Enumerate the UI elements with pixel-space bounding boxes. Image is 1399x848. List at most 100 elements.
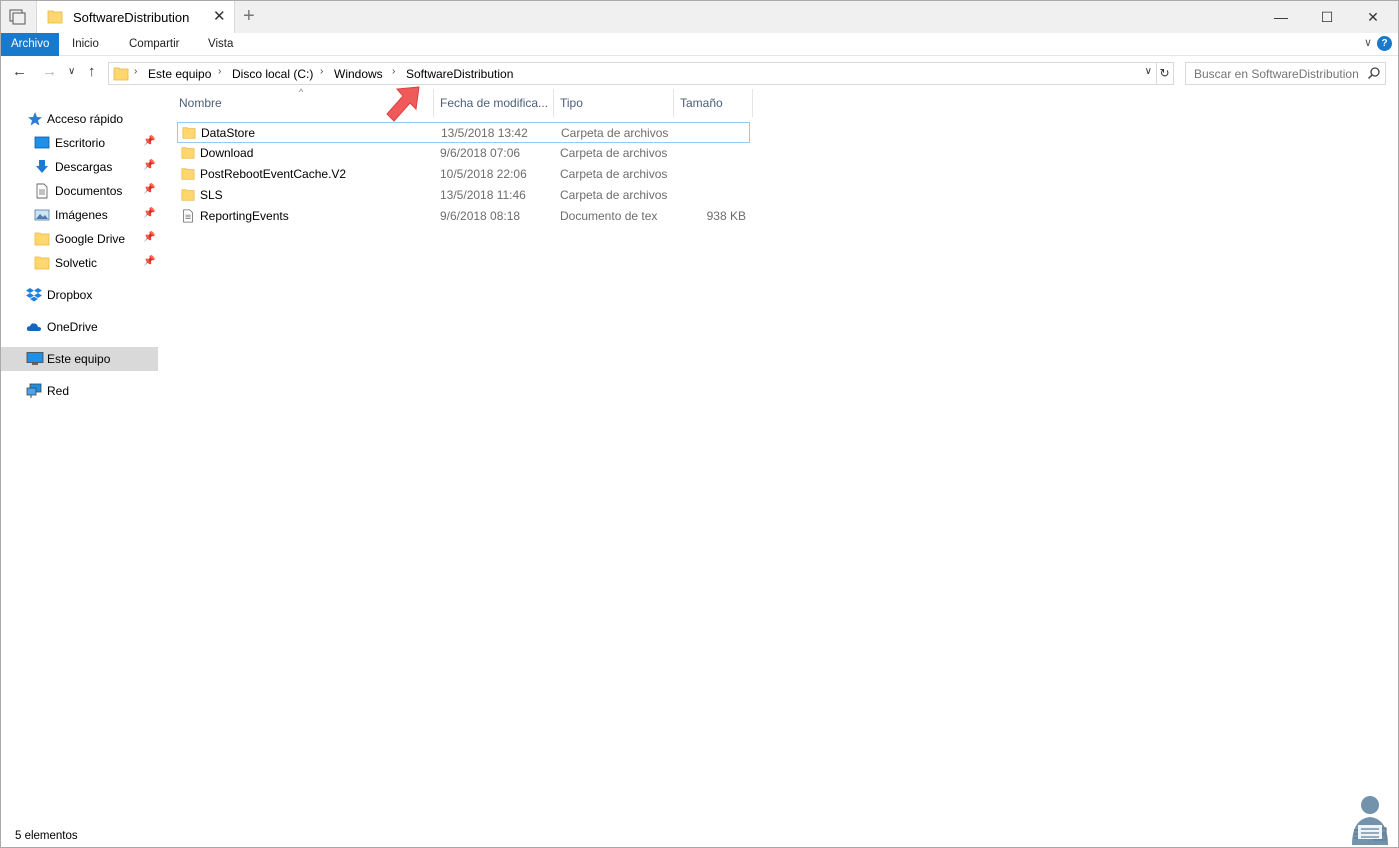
ribbon-tab-compartir[interactable]: Compartir	[119, 33, 189, 56]
sort-ascending-icon: ^	[299, 87, 304, 97]
navigation-bar: ← → ∨ ↑ › Este equipo › Disco local (C:)…	[1, 57, 1398, 89]
close-button[interactable]: ✕	[1350, 1, 1396, 33]
pin-icon[interactable]: 📌	[143, 136, 155, 147]
sidebar-item-imagenes[interactable]: Imágenes 📌	[1, 203, 158, 227]
computer-icon	[26, 352, 44, 365]
file-date: 9/6/2018 07:06	[440, 146, 521, 160]
pin-icon[interactable]: 📌	[143, 160, 155, 171]
sidebar-item-google-drive[interactable]: Google Drive 📌	[1, 227, 158, 251]
table-row[interactable]: Download 9/6/2018 07:06 Carpeta de archi…	[177, 143, 750, 164]
file-date: 13/5/2018 11:46	[440, 188, 526, 202]
sidebar-item-label: Escritorio	[55, 136, 106, 150]
back-button[interactable]: ←	[12, 63, 27, 80]
download-icon	[36, 160, 48, 173]
sidebar-item-red[interactable]: Red	[1, 379, 158, 403]
sidebar-item-onedrive[interactable]: OneDrive	[1, 315, 158, 339]
file-type: Carpeta de archivos	[560, 167, 668, 181]
breadcrumb-separator[interactable]: ›	[134, 66, 137, 77]
ribbon-tab-vista[interactable]: Vista	[198, 33, 243, 56]
table-row[interactable]: PostRebootEventCache.V2 10/5/2018 22:06 …	[177, 164, 750, 185]
folder-icon	[34, 256, 50, 270]
sidebar-item-label: Dropbox	[47, 288, 93, 302]
maximize-button[interactable]: ☐	[1304, 1, 1350, 33]
sidebar-item-documentos[interactable]: Documentos 📌	[1, 179, 158, 203]
sidebar-item-label: Red	[47, 384, 70, 398]
file-date: 10/5/2018 22:06	[440, 167, 527, 181]
ribbon-tab-archivo[interactable]: Archivo	[1, 33, 60, 56]
column-header-date[interactable]: Fecha de modifica...	[434, 89, 554, 117]
star-icon	[28, 112, 42, 126]
refresh-button[interactable]: ↻	[1156, 62, 1174, 85]
up-button[interactable]: ↑	[88, 63, 96, 80]
sidebar-item-label: Este equipo	[47, 352, 111, 366]
search-input[interactable]	[1186, 63, 1362, 84]
pin-icon[interactable]: 📌	[143, 232, 155, 243]
desktop-icon	[34, 136, 50, 149]
minimize-button[interactable]: —	[1258, 1, 1304, 33]
folder-icon	[182, 127, 196, 139]
breadcrumb-separator[interactable]: ›	[320, 66, 323, 77]
forward-button[interactable]: →	[42, 63, 57, 80]
file-type: Carpeta de archivos	[560, 188, 668, 202]
cloud-icon	[26, 323, 42, 331]
folder-icon	[181, 168, 195, 180]
file-name: SLS	[200, 188, 223, 202]
new-tab-icon[interactable]: +	[243, 5, 255, 27]
sidebar-item-solvetic[interactable]: Solvetic 📌	[1, 251, 158, 275]
sidebar-item-descargas[interactable]: Descargas 📌	[1, 155, 158, 179]
sidebar-item-label: Documentos	[55, 184, 123, 198]
sidebar-item-label: OneDrive	[47, 320, 98, 334]
text-document-icon	[183, 209, 193, 223]
system-menu-icon[interactable]	[7, 7, 29, 27]
table-row[interactable]: SLS 13/5/2018 11:46 Carpeta de archivos	[177, 185, 750, 206]
tab-close-icon[interactable]: ✕	[213, 7, 226, 25]
search-icon[interactable]	[1367, 66, 1381, 80]
table-row[interactable]: DataStore 13/5/2018 13:42 Carpeta de arc…	[177, 122, 750, 143]
search-box[interactable]	[1185, 62, 1386, 85]
sidebar-item-quick-access[interactable]: Acceso rápido	[1, 107, 158, 131]
breadcrumb-separator[interactable]: ›	[392, 66, 395, 77]
help-icon[interactable]: ?	[1377, 36, 1392, 51]
file-type: Carpeta de archivos	[561, 126, 669, 140]
file-size: 938 KB	[706, 209, 746, 223]
sidebar-item-label: Acceso rápido	[47, 112, 124, 126]
status-item-count: 5 elementos	[15, 830, 78, 842]
breadcrumb-este-equipo[interactable]: Este equipo	[148, 67, 211, 81]
file-name: Download	[200, 146, 254, 160]
ribbon: Archivo Inicio Compartir Vista ∨ ?	[1, 33, 1398, 56]
file-type: Carpeta de archivos	[560, 146, 668, 160]
folder-icon	[34, 232, 50, 246]
breadcrumb-windows[interactable]: Windows	[334, 67, 383, 81]
pin-icon[interactable]: 📌	[143, 208, 155, 219]
sidebar-item-escritorio[interactable]: Escritorio 📌	[1, 131, 158, 155]
breadcrumb-disco-local[interactable]: Disco local (C:)	[232, 67, 313, 81]
breadcrumb-software-distribution[interactable]: SoftwareDistribution	[406, 67, 513, 81]
pictures-icon	[34, 209, 50, 221]
pin-icon[interactable]: 📌	[143, 256, 155, 267]
annotation-arrow-icon	[386, 86, 420, 122]
file-date: 13/5/2018 13:42	[441, 126, 528, 140]
title-bar: SoftwareDistribution ✕ + — ☐ ✕	[1, 1, 1398, 33]
file-date: 9/6/2018 08:18	[440, 209, 521, 223]
explorer-window: SoftwareDistribution ✕ + — ☐ ✕ Archivo I…	[0, 0, 1399, 848]
sidebar-item-dropbox[interactable]: Dropbox	[1, 283, 158, 307]
column-header-row: Nombre ^ Fecha de modifica... Tipo Tamañ…	[173, 87, 753, 117]
expand-ribbon-icon[interactable]: ∨	[1364, 36, 1372, 49]
file-name: PostRebootEventCache.V2	[200, 167, 347, 181]
recent-locations-button[interactable]: ∨	[68, 66, 75, 77]
network-icon	[26, 383, 42, 398]
column-header-size[interactable]: Tamaño	[674, 89, 753, 117]
folder-icon	[181, 189, 195, 201]
column-header-type[interactable]: Tipo	[554, 89, 674, 117]
breadcrumb-separator[interactable]: ›	[218, 66, 221, 77]
folder-icon	[181, 147, 195, 159]
address-dropdown-icon[interactable]: ∨	[1145, 66, 1152, 77]
sidebar-item-este-equipo[interactable]: Este equipo	[1, 347, 158, 371]
address-bar[interactable]: › Este equipo › Disco local (C:) › Windo…	[108, 62, 1157, 85]
pin-icon[interactable]: 📌	[143, 184, 155, 195]
ribbon-tab-inicio[interactable]: Inicio	[62, 33, 109, 56]
navigation-pane: Acceso rápido Escritorio 📌 Descargas 📌 D…	[1, 101, 158, 801]
tab-software-distribution[interactable]: SoftwareDistribution ✕	[36, 1, 235, 33]
sidebar-item-label: Descargas	[55, 160, 113, 174]
table-row[interactable]: ReportingEvents 9/6/2018 08:18 Documento…	[177, 206, 750, 227]
